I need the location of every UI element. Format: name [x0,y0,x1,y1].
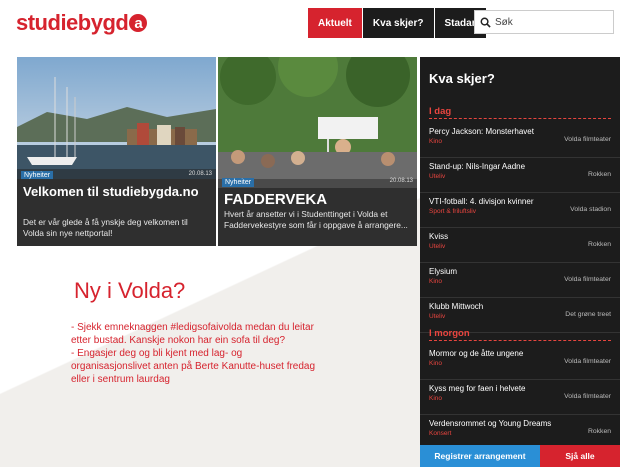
event-item[interactable]: VTI-fotball: 4. divisjon kvinner Sport &… [420,193,620,228]
register-event-button[interactable]: Registrer arrangement [420,445,540,467]
card-excerpt: Det er vår glede å få ynskje deg velkome… [23,217,188,238]
event-item[interactable]: Kviss Uteliv Rokken [420,228,620,263]
event-category: Uteliv [429,313,446,320]
event-title: Klubb Mittwoch [429,302,484,311]
card-tag[interactable]: Nyheiter [222,178,255,187]
event-title: Elysium [429,267,458,276]
card-date: 20.08.13 [389,178,413,184]
event-title: Stand-up: Nils-Ingar Aadne [429,162,526,171]
event-item[interactable]: Mormor og de åtte ungene Kino Volda film… [420,345,620,380]
event-venue: Volda filmteater [564,136,611,143]
card-excerpt: Hvert år ansetter vi i Studenttinget i V… [224,209,408,230]
sidebar-actions: Registrer arrangement Sjå alle [420,445,620,467]
list-item: - Engasjer deg og bli kjent med lag- og … [71,348,316,385]
event-category: Kino [429,278,443,285]
event-category: Konsert [429,430,452,437]
event-venue: Volda stadion [570,206,611,213]
card-title[interactable]: Velkomen til studiebygda.no [23,184,213,199]
event-category: Sport & friluftsliv [429,208,476,215]
event-category: Kino [429,360,443,367]
search-box [474,10,614,34]
divider [429,118,611,119]
event-venue: Rokken [587,171,611,178]
event-item[interactable]: Kyss meg for faen i helvete Kino Volda f… [420,380,620,415]
event-category: Kino [429,395,443,402]
event-item[interactable]: Elysium Kino Volda filmteater [420,263,620,298]
event-item[interactable]: Percy Jackson: Monsterhavet Kino Volda f… [420,123,620,158]
event-title: Percy Jackson: Monsterhavet [429,127,534,136]
ny-i-volda-list: - Sjekk emneknaggen #ledigsofaivolda med… [71,321,321,386]
event-item[interactable]: Stand-up: Nils-Ingar Aadne Uteliv Rokken [420,158,620,193]
ny-i-volda-heading: Ny i Volda? [74,278,186,303]
nav-tab-kva-skjer[interactable]: Kva skjer? [362,8,434,38]
day-header-tomorrow: I morgon [429,328,470,339]
day-header-today: I dag [429,106,452,117]
logo-text: studiebygd [16,10,129,35]
harbor-photo [17,57,216,179]
divider [429,340,611,341]
see-all-button[interactable]: Sjå alle [540,445,620,467]
event-title: Kviss [429,232,449,241]
site-header: studiebygd a Aktuelt Kva skjer? Stadar [0,0,620,44]
card-date: 20.08.13 [188,171,212,177]
event-title: Kyss meg for faen i helvete [429,384,526,393]
event-venue: Rokken [587,428,611,435]
news-card[interactable]: Nyheiter 20.08.13 FADDERVEKA Hvert år an… [218,57,417,246]
sidebar-title: Kva skjer? [429,71,495,86]
event-venue: Rokken [587,241,611,248]
events-sidebar: Kva skjer? I dag Percy Jackson: Monsterh… [420,57,620,467]
crowd-photo [218,57,417,179]
search-input[interactable] [495,16,605,28]
card-title[interactable]: FADDERVEKA [224,192,327,207]
site-logo[interactable]: studiebygd a [16,10,148,36]
event-venue: Volda filmteater [564,276,611,283]
logo-badge: a [129,14,148,32]
event-category: Kino [429,138,443,145]
event-category: Uteliv [429,173,446,180]
nav-tab-aktuelt[interactable]: Aktuelt [308,8,362,38]
event-title: Mormor og de åtte ungene [429,349,524,358]
event-title: Verdensrommet og Young Dreams [429,419,552,428]
news-card[interactable]: Nyheiter 20.08.13 Velkomen til studiebyg… [17,57,216,246]
event-venue: Volda filmteater [564,358,611,365]
event-venue: Volda filmteater [564,393,611,400]
search-icon[interactable] [475,17,495,28]
event-title: VTI-fotball: 4. divisjon kvinner [429,197,534,206]
list-item: - Sjekk emneknaggen #ledigsofaivolda med… [71,322,314,346]
event-category: Uteliv [429,243,446,250]
main-nav: Aktuelt Kva skjer? Stadar [308,8,487,38]
event-venue: Det grøne treet [565,311,611,318]
